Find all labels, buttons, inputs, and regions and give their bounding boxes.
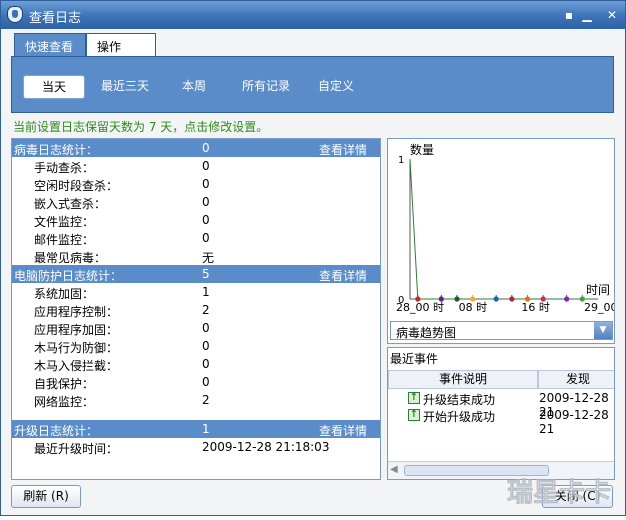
- stat-label: 手动查杀：: [34, 161, 95, 175]
- help-icon[interactable]: ▪: [562, 8, 576, 22]
- stat-value: 2: [202, 303, 210, 317]
- stat-label: 应用程序控制：: [34, 305, 119, 319]
- virus-details-link[interactable]: 查看详情: [319, 141, 367, 158]
- stat-value: 0: [202, 231, 210, 245]
- stat-value: 0: [202, 321, 210, 335]
- filter-all-records[interactable]: 所有记录: [238, 75, 294, 99]
- tab-operations[interactable]: 操作: [86, 33, 156, 56]
- column-header-description[interactable]: 事件说明: [388, 370, 538, 389]
- stat-row: 应用程序控制： 2: [12, 301, 380, 319]
- stat-label: 最常见病毒：: [34, 251, 107, 265]
- stat-label: 自我保护：: [34, 377, 95, 391]
- filter-last-three-days[interactable]: 最近三天: [96, 75, 154, 99]
- tab-quick-view[interactable]: 快速查看: [14, 33, 86, 57]
- stat-row: 空闲时段查杀： 0: [12, 175, 380, 193]
- x-axis-label: 时间: [586, 283, 610, 297]
- stat-row: 木马行为防御： 0: [12, 337, 380, 355]
- stat-label: 邮件监控：: [34, 233, 95, 247]
- stat-label: 应用程序加固：: [34, 323, 119, 337]
- up-arrow-icon: ↑: [408, 409, 420, 421]
- up-arrow-icon: ↑: [408, 392, 420, 404]
- stat-row: 系统加固： 1: [12, 283, 380, 301]
- watermark-text: 瑞星卡卡: [507, 478, 611, 508]
- stat-value: 0: [202, 339, 210, 353]
- events-title: 最近事件: [390, 352, 439, 366]
- stat-row: 木马入侵拦截： 0: [12, 355, 380, 373]
- close-button[interactable]: ✕: [605, 8, 619, 22]
- statistics-panel: 病毒日志统计： 0 查看详情 手动查杀： 0 空闲时段查杀： 0 嵌入式查杀： 0 文…: [11, 138, 381, 480]
- chart-type-value: 病毒趋势图: [396, 326, 457, 340]
- scroll-left-icon[interactable]: ◀: [390, 464, 398, 475]
- y-tick-label: 1: [398, 155, 404, 166]
- section-value: 0: [202, 141, 210, 155]
- stat-value: 0: [202, 357, 210, 371]
- log-viewer-window: 查看日志 ▪ ▁ ✕ 快速查看 操作 当天 最近三天 本周 所有记录 自定义 当…: [0, 0, 626, 516]
- stat-label: 嵌入式查杀：: [34, 197, 107, 211]
- event-row[interactable]: ↑ 开始升级成功 2009-12-28 21: [388, 407, 614, 436]
- upgrade-details-link[interactable]: 查看详情: [319, 422, 367, 439]
- filter-this-week[interactable]: 本周: [172, 75, 216, 99]
- stat-value: 无: [202, 251, 215, 265]
- recent-events-panel: 最近事件 事件说明 发现 ↑ 升级结束成功 2009-12-28 21 ↑ 开始…: [387, 347, 615, 480]
- section-value: 5: [202, 267, 210, 281]
- event-description: 升级结束成功: [423, 393, 496, 407]
- stat-row: 应用程序加固： 0: [12, 319, 380, 337]
- stat-row: 最常见病毒： 无: [12, 247, 380, 265]
- upgrade-stats-header: 升级日志统计： 1 查看详情: [12, 420, 380, 438]
- protection-details-link[interactable]: 查看详情: [319, 267, 367, 284]
- stat-label: 网络监控：: [34, 395, 95, 409]
- title-bar: 查看日志 ▪ ▁ ✕: [1, 1, 625, 29]
- stat-value: 0: [202, 195, 210, 209]
- section-title: 升级日志统计：: [14, 424, 99, 438]
- event-row[interactable]: ↑ 升级结束成功 2009-12-28 21: [388, 390, 614, 419]
- stat-label: 木马行为防御：: [34, 341, 119, 355]
- stat-row: 网络监控： 2: [12, 391, 380, 409]
- stat-row: 嵌入式查杀： 0: [12, 193, 380, 211]
- section-title: 电脑防护日志统计：: [14, 269, 123, 283]
- stat-label: 空闲时段查杀：: [34, 179, 119, 193]
- event-description: 开始升级成功: [423, 410, 496, 424]
- section-value: 1: [202, 422, 210, 436]
- y-axis-label: 数量: [410, 142, 434, 157]
- stat-value: 0: [202, 159, 210, 173]
- chevron-down-icon[interactable]: ▼: [594, 322, 612, 339]
- watermark-logo: 瑞星卡卡: [497, 465, 626, 517]
- stat-value: 0: [202, 213, 210, 227]
- stat-value: 0: [202, 177, 210, 191]
- window-title: 查看日志: [29, 11, 82, 26]
- stat-value: 2009-12-28 21:18:03: [202, 440, 330, 454]
- filter-today[interactable]: 当天: [23, 75, 85, 99]
- section-title: 病毒日志统计：: [14, 143, 99, 157]
- stat-row: 手动查杀： 0: [12, 157, 380, 175]
- virus-stats-header: 病毒日志统计： 0 查看详情: [12, 139, 380, 157]
- stat-row: 最近升级时间： 2009-12-28 21:18:03: [12, 438, 380, 456]
- stat-label: 木马入侵拦截：: [34, 359, 119, 373]
- retention-notice-link[interactable]: 当前设置日志保留天数为 7 天，点击修改设置。: [13, 118, 268, 135]
- date-filter-bar: 当天 最近三天 本周 所有记录 自定义: [11, 56, 614, 113]
- stat-row: 文件监控： 0: [12, 211, 380, 229]
- x-tick-label: 08 时: [459, 301, 488, 314]
- minimize-button[interactable]: ▁: [580, 8, 594, 22]
- stat-row: 邮件监控： 0: [12, 229, 380, 247]
- stat-label: 文件监控：: [34, 215, 95, 229]
- refresh-button[interactable]: 刷新 (R): [11, 485, 81, 508]
- stat-value: 2: [202, 393, 210, 407]
- stat-row: 自我保护： 0: [12, 373, 380, 391]
- stat-label: 系统加固：: [34, 287, 95, 301]
- stat-value: 1: [202, 285, 210, 299]
- stat-label: 最近升级时间：: [34, 442, 119, 456]
- x-tick-label: 28_00 时: [396, 301, 444, 314]
- trend-chart: 数量01时间28_00 时08 时16 时29_00 时: [396, 142, 626, 314]
- stat-value: 0: [202, 375, 210, 389]
- x-tick-label: 29_00 时: [584, 301, 614, 314]
- column-header-found[interactable]: 发现: [538, 370, 614, 389]
- series-line: [409, 158, 598, 300]
- trend-chart-panel: 数量01时间28_00 时08 时16 时29_00 时: [387, 138, 626, 344]
- event-time: 2009-12-28 21: [539, 408, 609, 436]
- chart-type-select[interactable]: 病毒趋势图 ▼: [390, 321, 613, 340]
- shield-icon: [7, 6, 23, 23]
- filter-custom[interactable]: 自定义: [314, 75, 358, 99]
- protection-stats-header: 电脑防护日志统计： 5 查看详情: [12, 265, 380, 283]
- x-tick-label: 16 时: [521, 301, 550, 314]
